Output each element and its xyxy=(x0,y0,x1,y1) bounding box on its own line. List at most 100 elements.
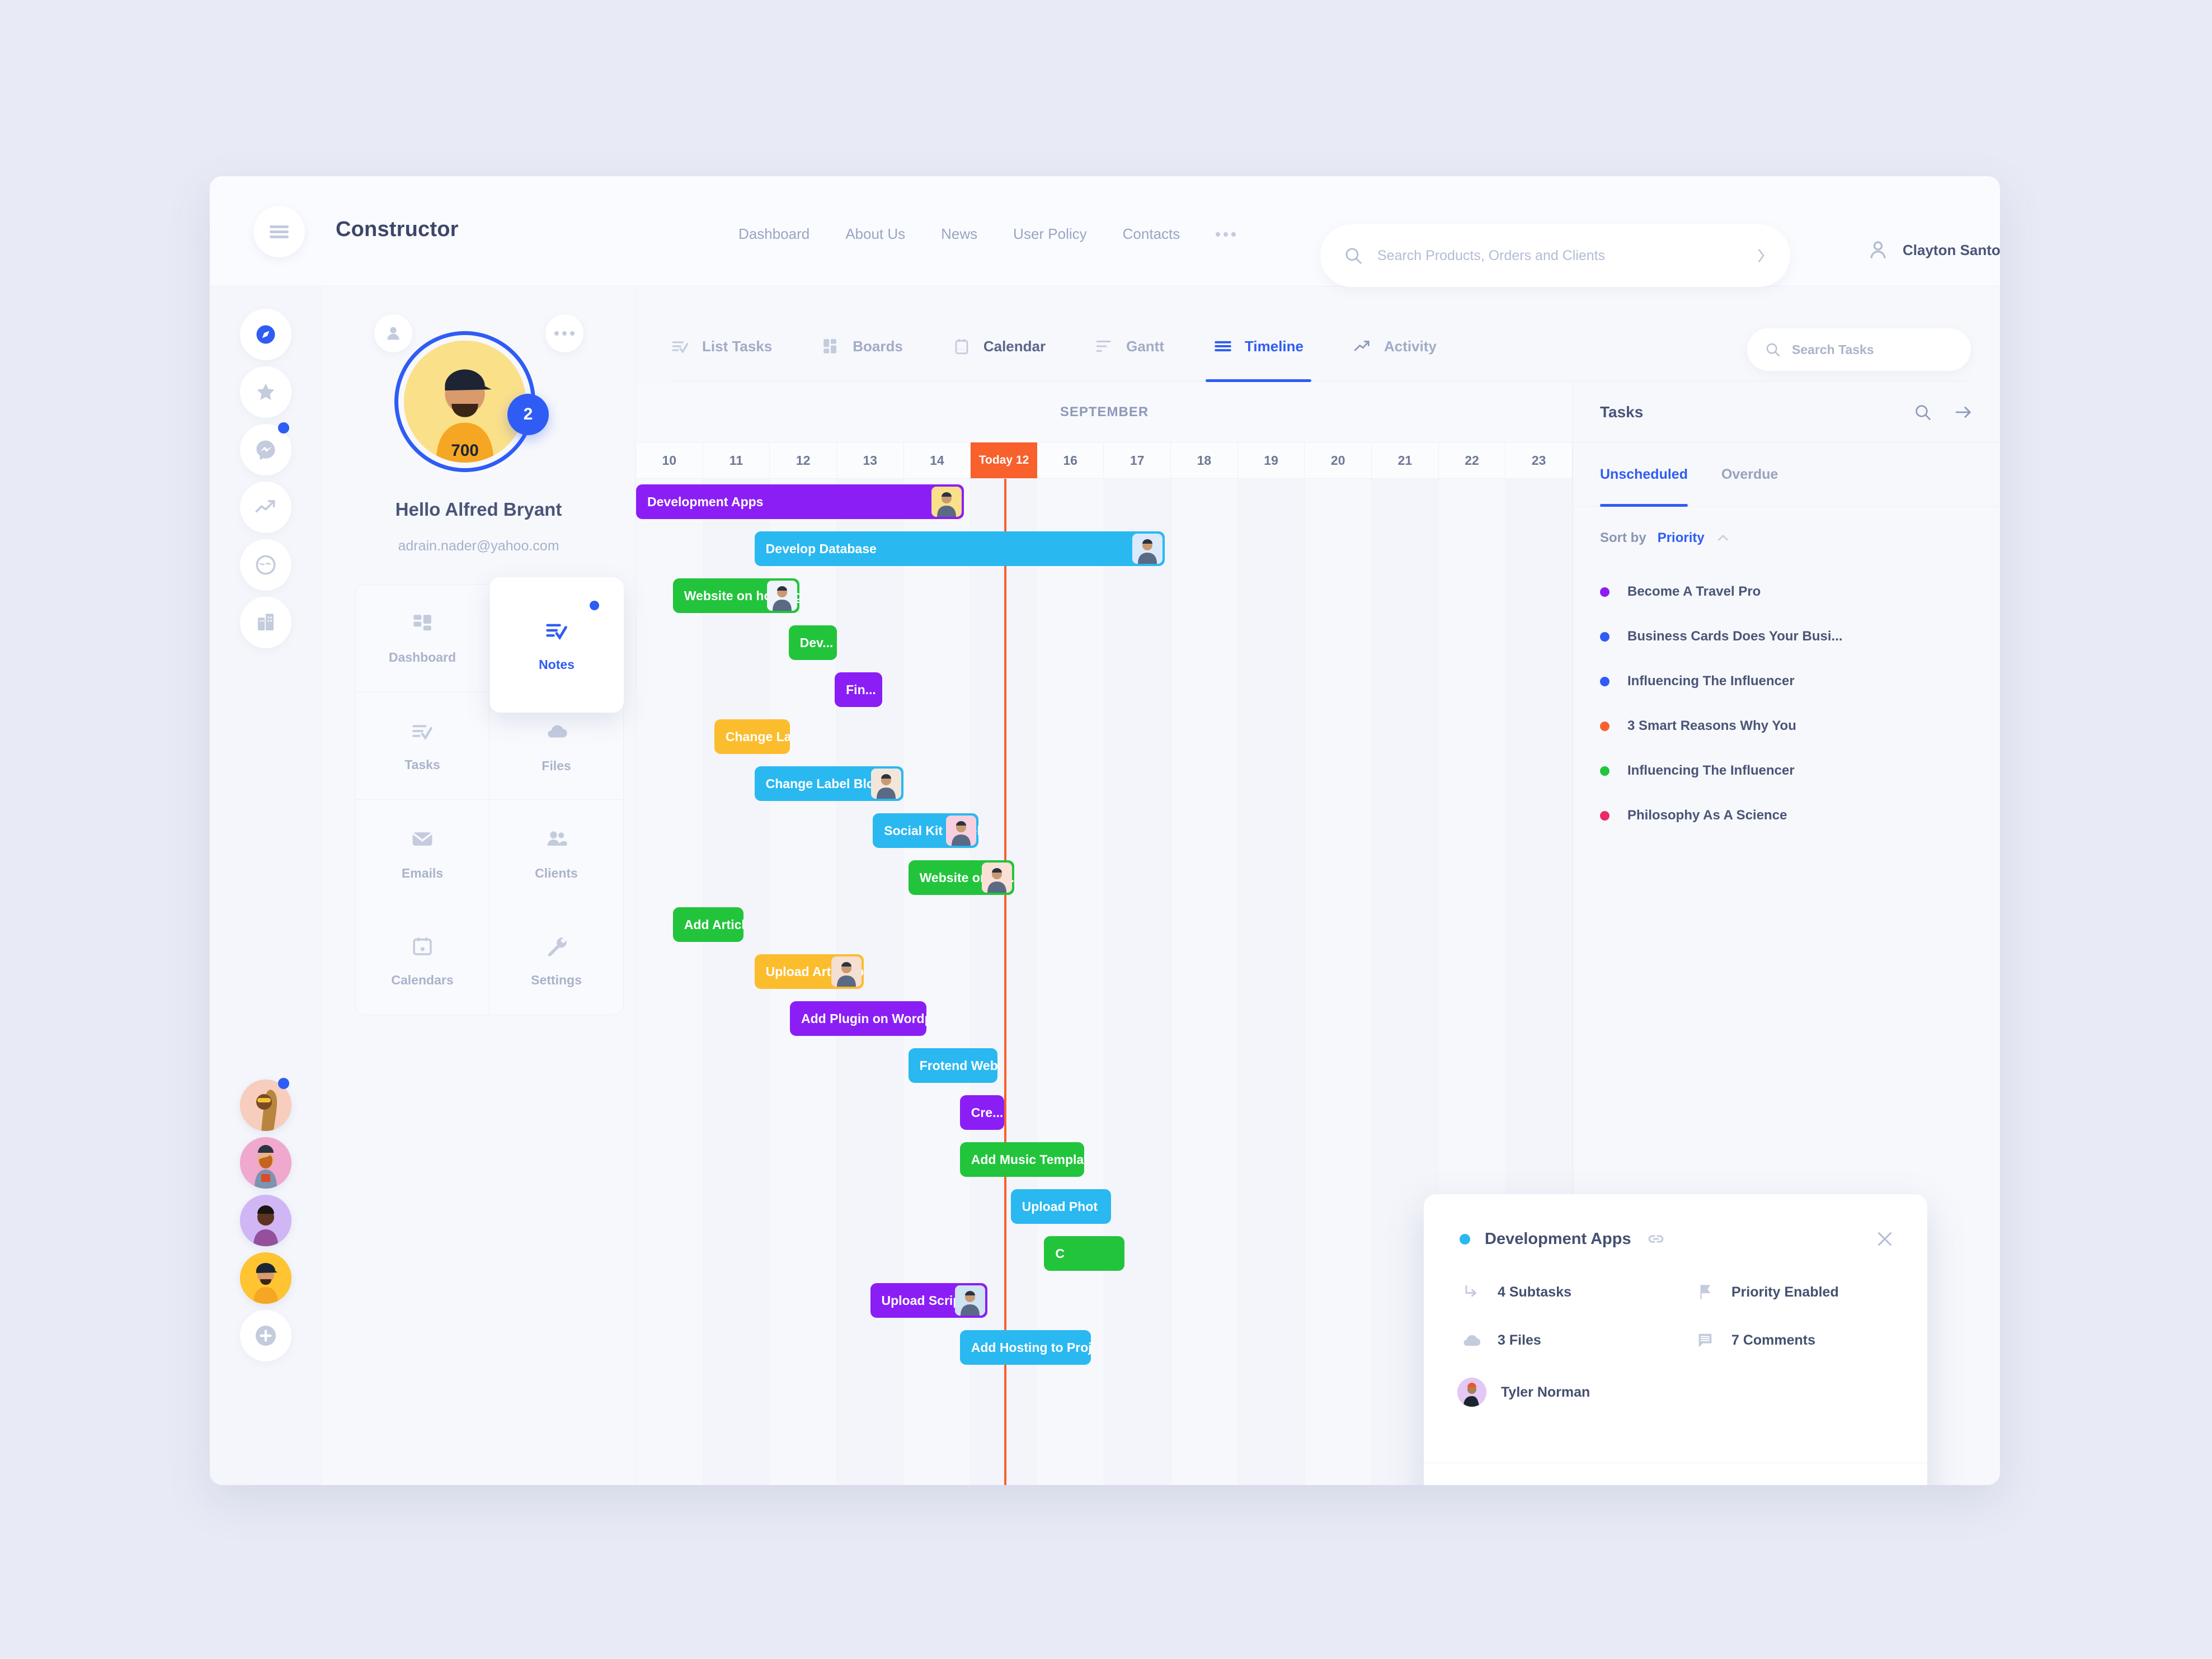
list-item[interactable]: Influencing The Influencer xyxy=(1600,659,1973,704)
menu-item-settings[interactable]: Settings xyxy=(490,907,623,1015)
profile-panel: 700 2 Hello Alfred Bryant adrain.nader@y… xyxy=(322,286,636,1485)
timeline-day[interactable]: 19 xyxy=(1238,442,1305,478)
timeline-bar-label: Add Article Wiki xyxy=(684,917,744,932)
nav-item-about-us[interactable]: About Us xyxy=(845,225,905,243)
tab-calendar[interactable]: Calendar xyxy=(952,312,1046,381)
tab-label: Boards xyxy=(853,337,903,355)
timeline-bar[interactable]: Upload Phot xyxy=(1010,1189,1111,1224)
timeline-bar[interactable]: Social Kit Develop xyxy=(873,813,979,848)
list-item[interactable]: Influencing The Influencer xyxy=(1600,748,1973,793)
list-item[interactable]: Philosophy As A Science xyxy=(1600,793,1973,838)
popup-title: Development Apps xyxy=(1485,1229,1631,1248)
timeline-day[interactable]: 16 xyxy=(1037,442,1104,478)
search-input[interactable] xyxy=(1377,247,1756,264)
sort-by-value[interactable]: Priority xyxy=(1658,530,1705,546)
activity-icon xyxy=(1353,337,1372,356)
timeline-bar[interactable]: Develop Database xyxy=(754,531,1165,566)
search-icon[interactable] xyxy=(1914,403,1932,421)
timeline-day[interactable]: 21 xyxy=(1372,442,1439,478)
timeline-day[interactable]: 11 xyxy=(703,442,770,478)
timeline-bar[interactable]: Frotend Web S... xyxy=(908,1048,997,1083)
user-block[interactable]: Clayton Santos xyxy=(1866,238,2000,262)
timeline-bar-avatar xyxy=(981,863,1012,893)
timeline-bar[interactable]: Add Hosting to Project xyxy=(959,1330,1091,1365)
nav-item-user-policy[interactable]: User Policy xyxy=(1013,225,1086,243)
list-item[interactable]: Become A Travel Pro xyxy=(1600,569,1973,614)
popup-close-button[interactable] xyxy=(1875,1229,1895,1249)
menu-item-calendars[interactable]: Calendars xyxy=(356,907,490,1015)
timeline-day[interactable]: 10 xyxy=(636,442,703,478)
menu-item-clients[interactable]: Clients xyxy=(490,800,623,907)
timeline-day[interactable]: 20 xyxy=(1305,442,1372,478)
timeline-day[interactable]: 18 xyxy=(1171,442,1238,478)
list-item[interactable]: Business Cards Does Your Busi... xyxy=(1600,614,1973,659)
timeline-bar[interactable]: Dev... xyxy=(788,625,837,660)
timeline-bar[interactable]: Add Music Templates xyxy=(959,1142,1085,1177)
tab-timeline[interactable]: Timeline xyxy=(1205,312,1312,382)
timeline-day[interactable]: 22 xyxy=(1439,442,1506,478)
timeline-bar[interactable]: Add Article Wiki xyxy=(672,907,744,942)
timeline-bar-label: Change Label ... xyxy=(725,729,790,744)
timeline-bar-avatar xyxy=(1132,534,1163,564)
timeline-day[interactable]: 23 xyxy=(1505,442,1573,478)
tasks-tab-overdue[interactable]: Overdue xyxy=(1721,442,1778,506)
link-icon[interactable] xyxy=(1646,1229,1666,1249)
timeline-day[interactable]: 17 xyxy=(1104,442,1171,478)
tasks-tabs: Unscheduled Overdue xyxy=(1573,442,2000,507)
rail-item-star[interactable] xyxy=(240,366,291,418)
chevron-right-icon[interactable] xyxy=(1756,246,1767,265)
timeline-bar[interactable]: Change Label ... xyxy=(714,719,790,754)
nav-item-contacts[interactable]: Contacts xyxy=(1123,225,1180,243)
list-item[interactable]: 3 Smart Reasons Why You xyxy=(1600,704,1973,748)
calendar-icon xyxy=(952,337,971,356)
priority-dot xyxy=(1600,631,1609,642)
menu-item-dashboard[interactable]: Dashboard xyxy=(356,585,490,692)
task-search[interactable]: Search Tasks xyxy=(1747,328,1971,371)
tab-list-tasks[interactable]: List Tasks xyxy=(671,312,772,381)
rail-item-building[interactable] xyxy=(240,597,291,648)
timeline-bar[interactable]: C xyxy=(1044,1236,1124,1271)
add-member-button[interactable] xyxy=(240,1310,291,1361)
nav-item-dashboard[interactable]: Dashboard xyxy=(738,225,810,243)
comment-icon xyxy=(1693,1328,1717,1352)
timeline-bar[interactable]: Fin... xyxy=(835,672,883,707)
timeline-day[interactable]: 13 xyxy=(837,442,904,478)
profile-person-button[interactable] xyxy=(374,314,412,352)
timeline-day[interactable]: 14 xyxy=(904,442,971,478)
rail-avatar-3[interactable] xyxy=(240,1195,291,1246)
ellipsis-icon[interactable] xyxy=(1216,232,1236,237)
tab-boards[interactable]: Boards xyxy=(821,312,903,381)
menu-item-emails[interactable]: Emails xyxy=(356,800,490,907)
profile-more-button[interactable] xyxy=(545,314,583,352)
menu-item-notes[interactable]: Notes xyxy=(490,577,624,713)
tab-gantt[interactable]: Gantt xyxy=(1095,312,1164,381)
tasks-tab-unscheduled[interactable]: Unscheduled xyxy=(1600,442,1688,507)
menu-item-tasks[interactable]: Tasks xyxy=(356,692,490,800)
rail-avatar-4[interactable] xyxy=(240,1252,291,1304)
rail-item-globe[interactable] xyxy=(240,539,291,591)
burger-line xyxy=(270,235,289,238)
rail-item-trending[interactable] xyxy=(240,482,291,533)
popup-title-row: Development Apps xyxy=(1424,1194,1927,1249)
timeline-bar[interactable]: Cre... xyxy=(959,1095,1004,1130)
arrow-right-icon[interactable] xyxy=(1954,403,1973,422)
timeline-bar[interactable]: Development Apps xyxy=(636,484,964,519)
timeline-bar[interactable]: Website on ho... xyxy=(908,860,1014,895)
timeline-bar[interactable]: Upload Article on Blog xyxy=(754,954,864,989)
popup-assignee[interactable]: Tyler Norman xyxy=(1424,1352,1927,1407)
timeline-day[interactable]: 12 xyxy=(770,442,837,478)
popup-meta-label: Priority Enabled xyxy=(1731,1284,1839,1300)
avatar[interactable]: 700 xyxy=(404,341,526,463)
rail-avatar-2[interactable] xyxy=(240,1137,291,1189)
menu-toggle-button[interactable] xyxy=(253,206,305,257)
timeline-bar[interactable]: Change Label Blog xyxy=(754,766,904,801)
timeline-bar[interactable]: Website on hosting xyxy=(672,578,799,613)
rail-item-compass[interactable] xyxy=(240,309,291,360)
global-search[interactable] xyxy=(1320,224,1790,287)
chevron-up-icon[interactable] xyxy=(1716,531,1730,545)
timeline-bar[interactable]: Add Plugin on Wordpress xyxy=(790,1001,926,1036)
nav-item-news[interactable]: News xyxy=(941,225,977,243)
timeline-day-today[interactable]: Today 12 xyxy=(971,442,1037,478)
timeline-bar[interactable]: Upload Scripts xyxy=(870,1283,987,1318)
tab-activity[interactable]: Activity xyxy=(1353,312,1437,381)
